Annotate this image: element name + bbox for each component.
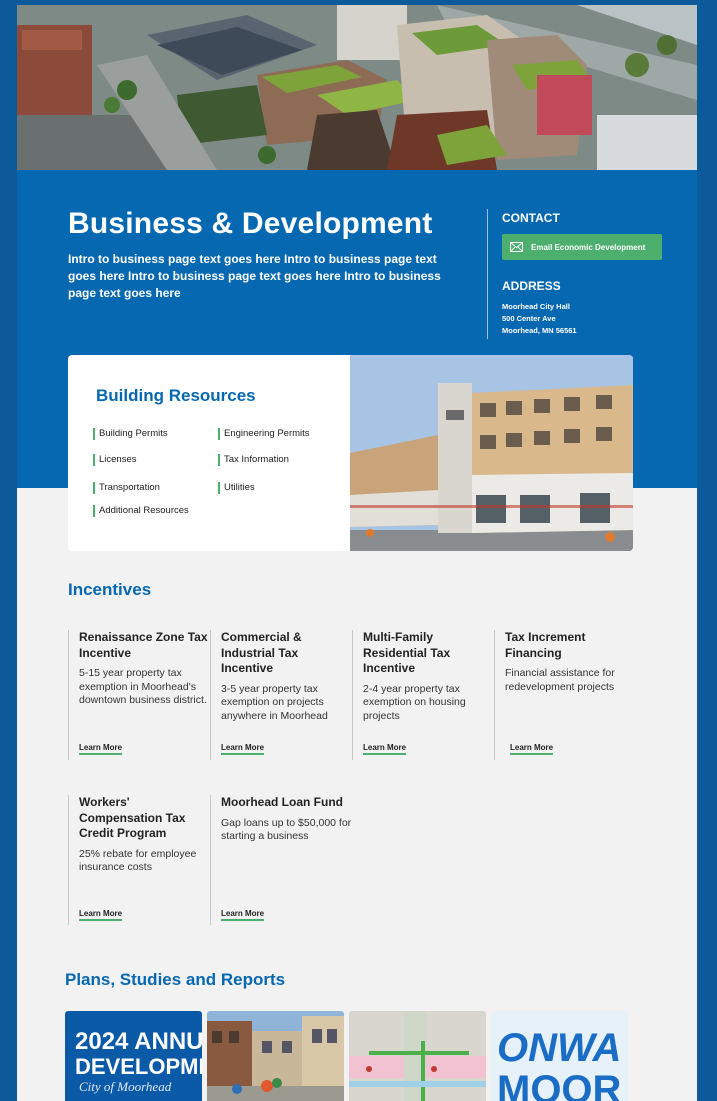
hero-aerial-image bbox=[17, 5, 697, 170]
incentives-title: Incentives bbox=[68, 580, 152, 599]
contact-heading: CONTACT bbox=[502, 211, 560, 225]
header-divider bbox=[487, 209, 488, 339]
link-utilities[interactable]: Utilities bbox=[218, 482, 255, 494]
building-resources-title: Building Resources bbox=[96, 386, 256, 405]
page-frame: Business & Development Intro to business… bbox=[17, 5, 697, 1101]
incentive-loan-fund: Moorhead Loan Fund Gap loans up to $50,0… bbox=[210, 795, 352, 925]
report-thumb-corridor-map[interactable] bbox=[349, 1011, 486, 1101]
email-button-label: Email Economic Development bbox=[531, 242, 646, 252]
address-line: 500 Center Ave bbox=[502, 314, 556, 323]
thumb-text-line: DEVELOPMENT R bbox=[75, 1054, 202, 1079]
address-block: Moorhead City Hall 500 Center Ave Moorhe… bbox=[502, 301, 577, 337]
incentive-description: 5-15 year property tax exemption in Moor… bbox=[79, 667, 207, 706]
incentive-renaissance-zone: Renaissance Zone Tax Incentive 5-15 year… bbox=[68, 630, 210, 760]
incentive-commercial-industrial: Commercial & Industrial Tax Incentive 3-… bbox=[210, 630, 352, 760]
incentive-description: 25% rebate for employee insurance costs bbox=[79, 847, 197, 874]
incentive-workers-comp: Workers' Compensation Tax Credit Program… bbox=[68, 795, 210, 925]
incentive-title: Moorhead Loan Fund bbox=[221, 795, 343, 809]
incentive-title: Multi-Family Residential Tax Incentive bbox=[363, 630, 451, 675]
intro-text: Intro to business page text goes here In… bbox=[68, 252, 441, 300]
building-resources-card: Building Resources Building Permits Engi… bbox=[68, 355, 633, 551]
incentive-description: Gap loans up to $50,000 for starting a b… bbox=[221, 816, 352, 843]
incentive-description: 2-4 year property tax exemption on housi… bbox=[363, 682, 466, 722]
link-licenses[interactable]: Licenses bbox=[93, 454, 137, 466]
address-heading: ADDRESS bbox=[502, 279, 561, 293]
learn-more-link[interactable]: Learn More bbox=[79, 909, 123, 921]
incentive-title: Tax Increment Financing bbox=[505, 630, 586, 660]
address-line: Moorhead, MN 56561 bbox=[502, 326, 577, 335]
thumb-text-line: 2024 ANNUAL bbox=[75, 1028, 202, 1055]
reports-title: Plans, Studies and Reports bbox=[65, 970, 286, 989]
link-additional-resources[interactable]: Additional Resources bbox=[93, 505, 189, 517]
incentive-tax-increment: Tax Increment Financing Financial assist… bbox=[494, 630, 636, 760]
report-thumb-onward-moorhead[interactable]: ONWA MOOR bbox=[491, 1011, 628, 1101]
incentive-description: 3-5 year property tax exemption on proje… bbox=[221, 682, 328, 722]
learn-more-link[interactable]: Learn More bbox=[363, 743, 407, 755]
construction-photo bbox=[350, 355, 633, 551]
learn-more-link[interactable]: Learn More bbox=[221, 909, 265, 921]
link-building-permits[interactable]: Building Permits bbox=[93, 428, 168, 440]
envelope-icon bbox=[510, 242, 523, 252]
link-transportation[interactable]: Transportation bbox=[93, 482, 160, 494]
thumb-text-line: MOOR bbox=[497, 1068, 622, 1101]
report-thumb-downtown-rendering[interactable] bbox=[207, 1011, 344, 1101]
incentive-title: Commercial & Industrial Tax Incentive bbox=[221, 630, 302, 675]
learn-more-link[interactable]: Learn More bbox=[79, 743, 123, 755]
incentive-title: Renaissance Zone Tax Incentive bbox=[79, 630, 208, 660]
page-title: Business & Development bbox=[68, 207, 433, 240]
learn-more-link[interactable]: Learn More bbox=[510, 743, 554, 755]
learn-more-link[interactable]: Learn More bbox=[221, 743, 265, 755]
link-tax-information[interactable]: Tax Information bbox=[218, 454, 289, 466]
incentive-multi-family: Multi-Family Residential Tax Incentive 2… bbox=[352, 630, 494, 760]
link-engineering-permits[interactable]: Engineering Permits bbox=[218, 428, 310, 440]
thumb-text-line: ONWA bbox=[497, 1026, 621, 1070]
email-economic-development-button[interactable]: Email Economic Development bbox=[502, 234, 662, 260]
report-thumb-annual-development[interactable]: 2024 ANNUAL DEVELOPMENT R City of Moorhe… bbox=[65, 1011, 202, 1101]
incentive-description: Financial assistance for redevelopment p… bbox=[505, 667, 615, 693]
address-line: Moorhead City Hall bbox=[502, 302, 570, 311]
incentive-title: Workers' Compensation Tax Credit Program bbox=[79, 795, 186, 840]
thumb-text-line: City of Moorhead bbox=[79, 1079, 172, 1094]
